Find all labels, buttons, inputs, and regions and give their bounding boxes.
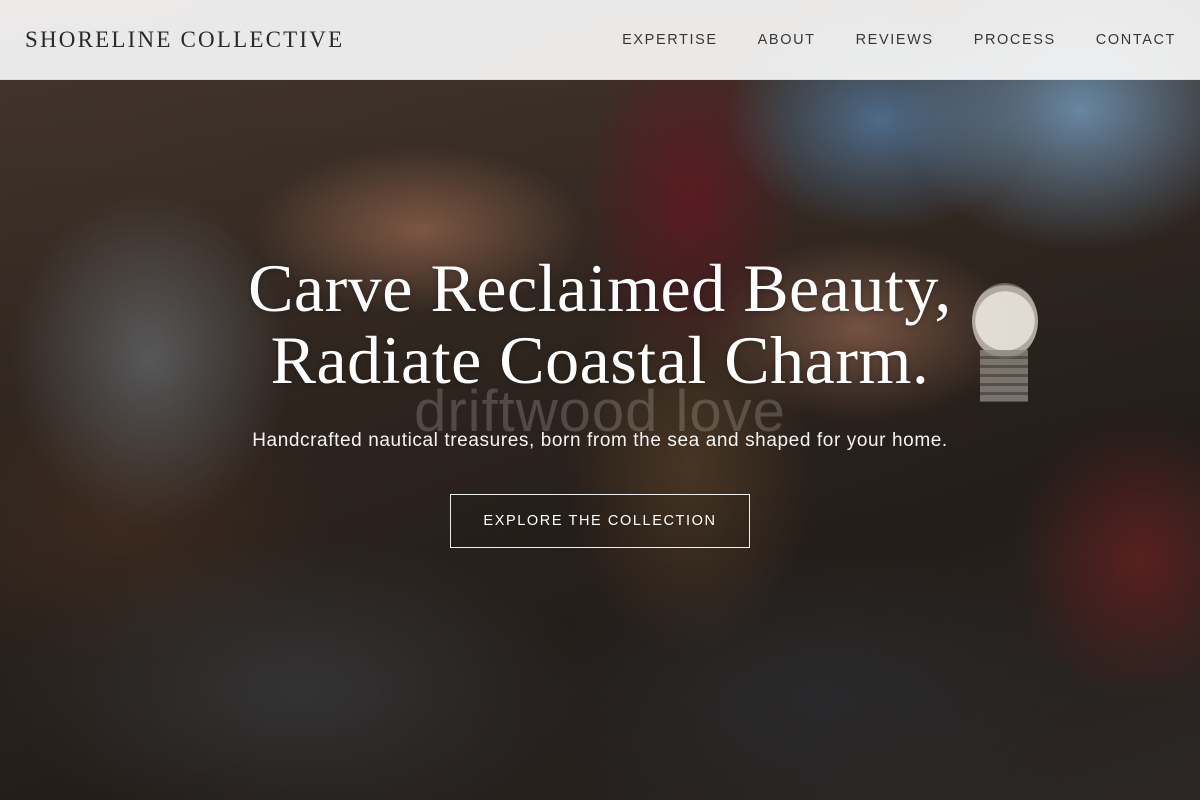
explore-collection-button[interactable]: EXPLORE THE COLLECTION xyxy=(450,494,750,548)
hero-tagline: Handcrafted nautical treasures, born fro… xyxy=(252,430,948,451)
hero-headline: Carve Reclaimed Beauty, Radiate Coastal … xyxy=(0,252,1200,396)
hero-headline-line-1: Carve Reclaimed Beauty, xyxy=(248,250,952,326)
nav-link-expertise[interactable]: EXPERTISE xyxy=(622,32,718,48)
nav-link-reviews[interactable]: REVIEWS xyxy=(856,32,934,48)
nav-link-about[interactable]: ABOUT xyxy=(758,32,816,48)
site-header: SHORELINE COLLECTIVE EXPERTISE ABOUT REV… xyxy=(0,0,1200,80)
nav-link-contact[interactable]: CONTACT xyxy=(1096,32,1176,48)
brand-logo-text[interactable]: SHORELINE COLLECTIVE xyxy=(25,27,344,53)
hero-content: Carve Reclaimed Beauty, Radiate Coastal … xyxy=(0,252,1200,548)
nav-link-process[interactable]: PROCESS xyxy=(974,32,1056,48)
hero-headline-line-2: Radiate Coastal Charm. xyxy=(270,322,930,398)
main-nav: EXPERTISE ABOUT REVIEWS PROCESS CONTACT xyxy=(622,32,1176,48)
